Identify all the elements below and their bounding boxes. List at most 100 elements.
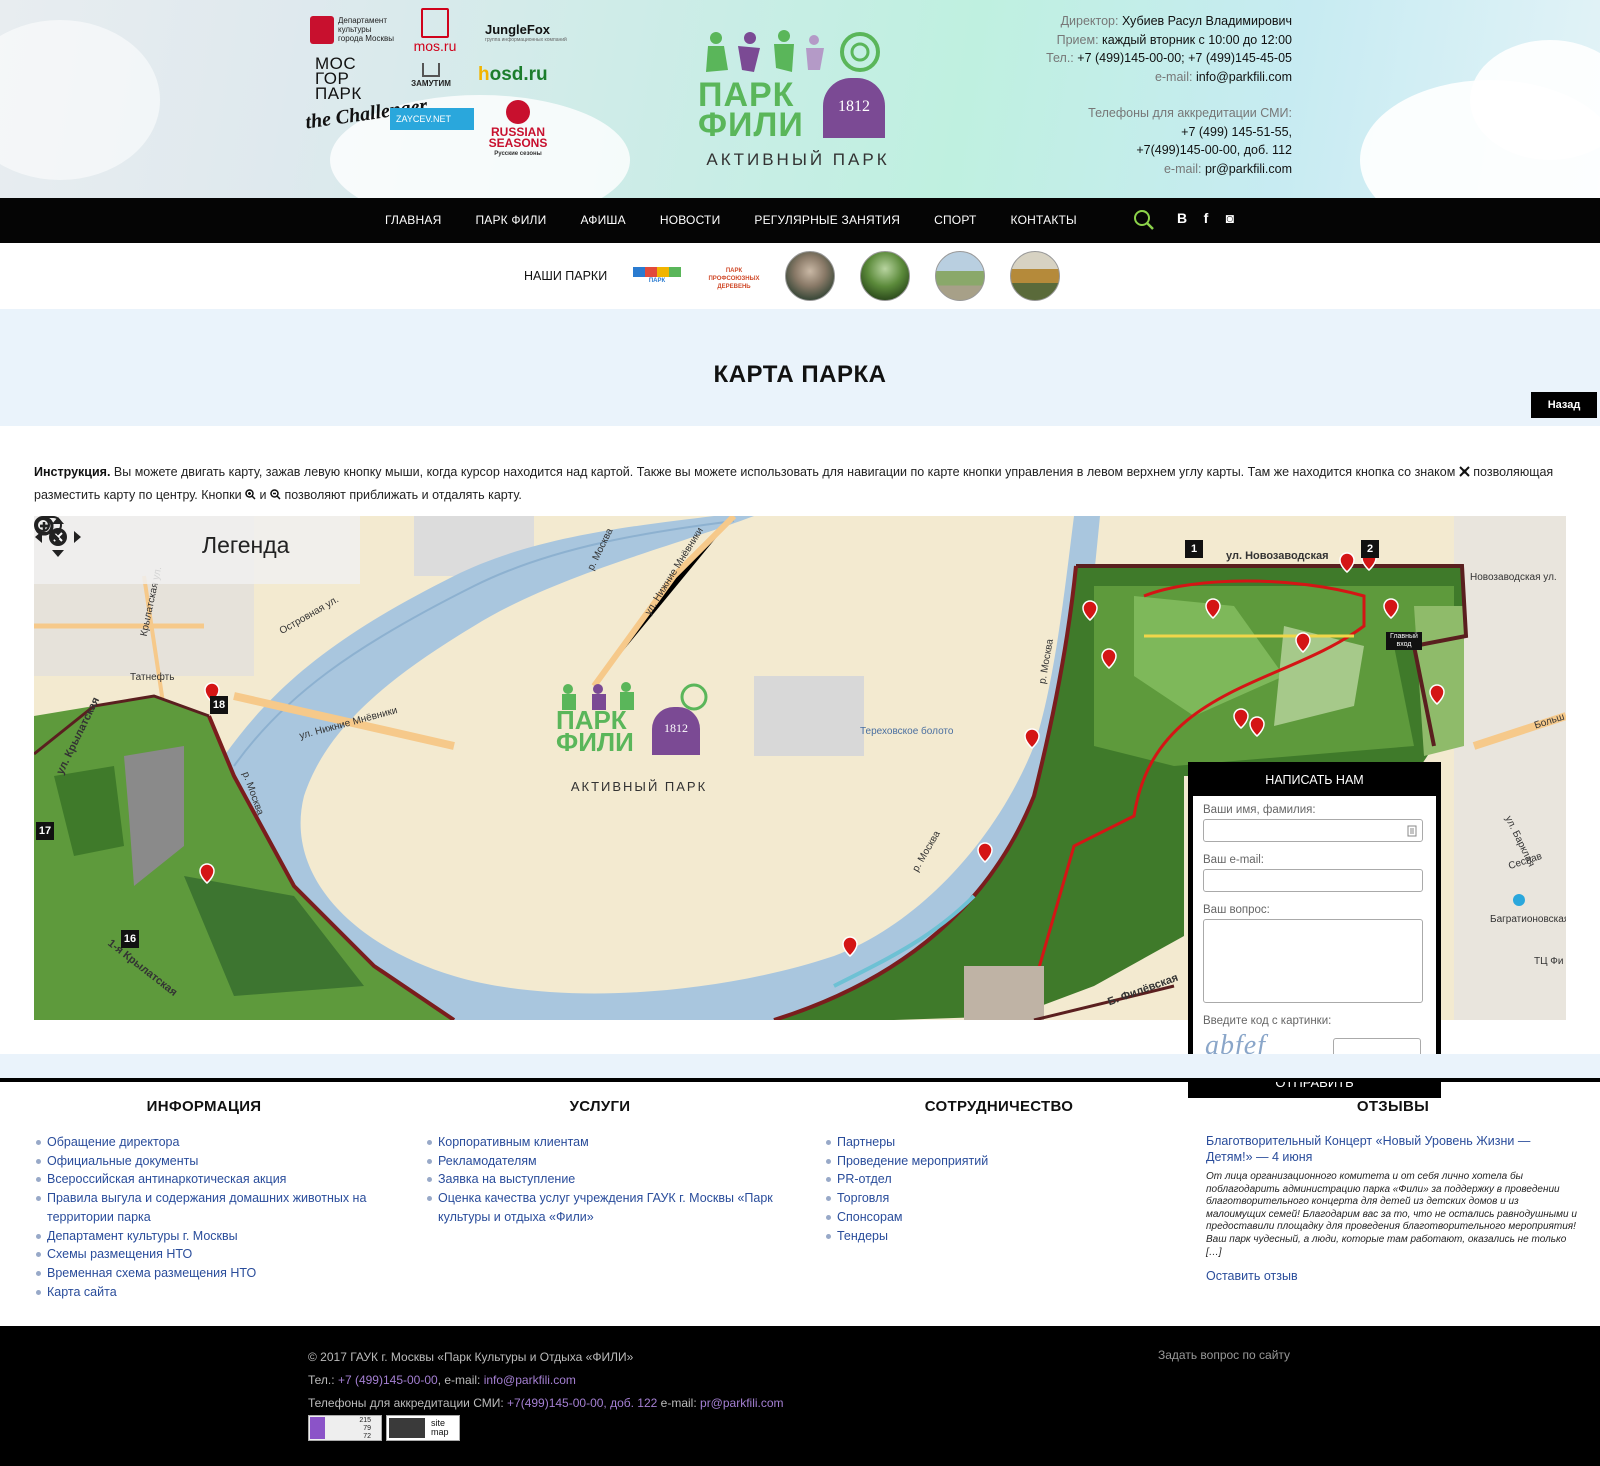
park-thumb-4[interactable] bbox=[1010, 251, 1060, 301]
logo-year: 1812 bbox=[838, 98, 870, 115]
park-logo-2[interactable]: ПАРК ПРОФСОЮЗНЫХ ДЕРЕВЕНЬ bbox=[708, 267, 760, 290]
nav-item-home[interactable]: ГЛАВНАЯ bbox=[368, 198, 458, 243]
footer-link[interactable]: Заявка на выступление bbox=[425, 1170, 775, 1189]
map-label-main-entrance: Главный вход bbox=[1386, 632, 1422, 650]
footer-link[interactable]: Правила выгула и содержания домашних жив… bbox=[34, 1189, 374, 1226]
footer-link[interactable]: Всероссийская антинаркотическая акция bbox=[34, 1170, 374, 1189]
email-field[interactable] bbox=[1203, 869, 1423, 892]
search-icon[interactable] bbox=[1133, 209, 1155, 231]
sponsor-mosgorpark[interactable]: МОС ГОР ПАРК bbox=[315, 55, 385, 102]
footer-phone[interactable]: +7 (499)145-00-00 bbox=[338, 1373, 438, 1387]
footer-link[interactable]: Проведение мероприятий bbox=[824, 1152, 1174, 1171]
footer-link[interactable]: Временная схема размещения НТО bbox=[34, 1264, 374, 1283]
nav-item-sport[interactable]: СПОРТ bbox=[917, 198, 993, 243]
bg-cloud bbox=[0, 20, 160, 180]
osd-h-icon: h bbox=[478, 64, 490, 85]
legend-label[interactable]: Легенда bbox=[202, 532, 289, 559]
question-field[interactable] bbox=[1203, 919, 1423, 1003]
sponsor-mosru[interactable]: mos.ru bbox=[411, 8, 459, 56]
footer-phone-line: Тел.: +7 (499)145-00-00, e-mail: info@pa… bbox=[308, 1373, 576, 1387]
footer-link[interactable]: Обращение директора bbox=[34, 1133, 374, 1152]
question-field-label: Ваш вопрос: bbox=[1203, 904, 1270, 916]
sitemap-network-icon bbox=[389, 1418, 425, 1438]
sponsor-logos: Департамент культуры города Москвы mos.r… bbox=[304, 8, 575, 157]
footer-coop-column: СОТРУДНИЧЕСТВО Партнеры Проведение мероп… bbox=[824, 1098, 1174, 1245]
nav-item-afisha[interactable]: АФИША bbox=[563, 198, 642, 243]
sponsor-zaycev[interactable]: ZAYCEV.NET bbox=[390, 108, 474, 130]
nav-item-contacts[interactable]: КОНТАКТЫ bbox=[994, 198, 1094, 243]
contact-widget: НАПИСАТЬ НАМ Ваши имя, фамилия: Ваш e-ma… bbox=[1188, 762, 1441, 1098]
map-entry-17[interactable]: 17 bbox=[36, 822, 54, 840]
press-email-link[interactable]: pr@parkfili.com bbox=[1205, 162, 1292, 176]
map-entry-1[interactable]: 1 bbox=[1185, 540, 1203, 558]
contact-card-icon bbox=[1407, 825, 1417, 837]
park-thumb-3[interactable] bbox=[935, 251, 985, 301]
park-logo-1[interactable]: ПАРК bbox=[633, 267, 681, 285]
name-field-label: Ваши имя, фамилия: bbox=[1203, 804, 1316, 816]
press-phones-title: Телефоны для аккредитации СМИ: bbox=[1088, 106, 1292, 120]
park-thumb-2[interactable] bbox=[860, 251, 910, 301]
widget-form: Ваши имя, фамилия: Ваш e-mail: Ваш вопро… bbox=[1193, 796, 1436, 1066]
sponsor-junglefox[interactable]: JungleFox группа информационных компаний bbox=[485, 22, 567, 43]
main-nav: ГЛАВНАЯ ПАРК ФИЛИ АФИША НОВОСТИ РЕГУЛЯРН… bbox=[0, 198, 1600, 243]
house-icon bbox=[422, 63, 440, 77]
footer-link[interactable]: Департамент культуры г. Москвы bbox=[34, 1227, 374, 1246]
map-bottom-band bbox=[0, 1054, 1600, 1078]
footer-coop-title: СОТРУДНИЧЕСТВО bbox=[924, 1098, 1074, 1115]
footer-link[interactable]: Тендеры bbox=[824, 1227, 1174, 1246]
name-field[interactable] bbox=[1203, 819, 1423, 842]
footer-link[interactable]: Корпоративным клиентам bbox=[425, 1133, 775, 1152]
nav-item-park-fili[interactable]: ПАРК ФИЛИ bbox=[458, 198, 563, 243]
map-label-novozavodskaya-2: Новозаводская ул. bbox=[1470, 572, 1557, 583]
copyright: © 2017 ГАУК г. Москвы «Парк Культуры и О… bbox=[308, 1350, 634, 1364]
sitemap-badge[interactable]: site map bbox=[386, 1415, 460, 1441]
back-button[interactable]: Назад bbox=[1531, 392, 1597, 418]
leave-review-link[interactable]: Оставить отзыв bbox=[1206, 1269, 1580, 1283]
footer-services-list: Корпоративным клиентам Рекламодателям За… bbox=[425, 1133, 775, 1227]
email-field-label: Ваш e-mail: bbox=[1203, 854, 1264, 866]
footer-press-email[interactable]: pr@parkfili.com bbox=[700, 1396, 784, 1410]
center-icon bbox=[1459, 466, 1470, 477]
sponsor-osd[interactable]: hosd.ru bbox=[478, 64, 548, 86]
nav-item-news[interactable]: НОВОСТИ bbox=[643, 198, 738, 243]
nav-item-regular-classes[interactable]: РЕГУЛЯРНЫЕ ЗАНЯТИЯ bbox=[737, 198, 917, 243]
legend-toggle-icon[interactable] bbox=[34, 516, 62, 534]
map-controls: Легенда bbox=[34, 516, 360, 584]
map-entry-2[interactable]: 2 bbox=[1361, 540, 1379, 558]
logo-figures-icon bbox=[706, 30, 880, 72]
map-entry-16[interactable]: 16 bbox=[121, 930, 139, 948]
sponsor-mos-culture-dept[interactable]: Департамент культуры города Москвы bbox=[310, 16, 398, 44]
footer-link[interactable]: Рекламодателям bbox=[425, 1152, 775, 1171]
sponsor-zamutim[interactable]: ЗАМУТИМ bbox=[390, 63, 472, 97]
ask-question-link[interactable]: Задать вопрос по сайту bbox=[1158, 1348, 1290, 1362]
map-entry-18[interactable]: 18 bbox=[210, 696, 228, 714]
footer-email[interactable]: info@parkfili.com bbox=[484, 1373, 576, 1387]
captcha-label: Введите код с картинки: bbox=[1203, 1015, 1332, 1027]
instagram-icon[interactable]: ◙ bbox=[1223, 210, 1237, 226]
footer-link[interactable]: Карта сайта bbox=[34, 1283, 374, 1302]
email-link[interactable]: info@parkfili.com bbox=[1196, 70, 1292, 84]
footer-link[interactable]: PR-отдел bbox=[824, 1170, 1174, 1189]
footer-link[interactable]: Партнеры bbox=[824, 1133, 1174, 1152]
phone-numbers: +7 (499)145-00-00; +7 (499)145-45-05 bbox=[1077, 51, 1292, 65]
footer-link[interactable]: Оценка качества услуг учреждения ГАУК г.… bbox=[425, 1189, 775, 1226]
footer-link[interactable]: Спонсорам bbox=[824, 1208, 1174, 1227]
vk-icon[interactable]: В bbox=[1175, 210, 1189, 226]
widget-title[interactable]: НАПИСАТЬ НАМ bbox=[1188, 762, 1441, 796]
footer-services-title: УСЛУГИ bbox=[569, 1098, 631, 1115]
footer-press-phone[interactable]: +7(499)145-00-00, доб. 122 bbox=[507, 1396, 657, 1410]
sponsor-russian-seasons[interactable]: RUSSIAN SEASONS Русские сезоны bbox=[485, 100, 551, 160]
footer-link[interactable]: Схемы размещения НТО bbox=[34, 1245, 374, 1264]
footer-link[interactable]: Торговля bbox=[824, 1189, 1174, 1208]
facebook-icon[interactable]: f bbox=[1199, 210, 1213, 226]
nav-menu: ГЛАВНАЯ ПАРК ФИЛИ АФИША НОВОСТИ РЕГУЛЯРН… bbox=[368, 198, 1094, 243]
footer-press-line: Телефоны для аккредитации СМИ: +7(499)14… bbox=[308, 1396, 784, 1410]
press-phone-1: +7 (499) 145-51-55, bbox=[1181, 124, 1292, 139]
speech-bubble-icon bbox=[421, 8, 449, 38]
site-logo[interactable]: ПАРК ФИЛИ 1812 АКТИВНЫЙ ПАРК bbox=[693, 30, 903, 180]
map-label-tatneft: Татнефть bbox=[130, 672, 175, 683]
review-title-link[interactable]: Благотворительный Концерт «Новый Уровень… bbox=[1206, 1133, 1580, 1165]
park-thumb-1[interactable] bbox=[785, 251, 835, 301]
footer-link[interactable]: Официальные документы bbox=[34, 1152, 374, 1171]
visit-counter[interactable]: 215 79 72 bbox=[308, 1415, 382, 1441]
